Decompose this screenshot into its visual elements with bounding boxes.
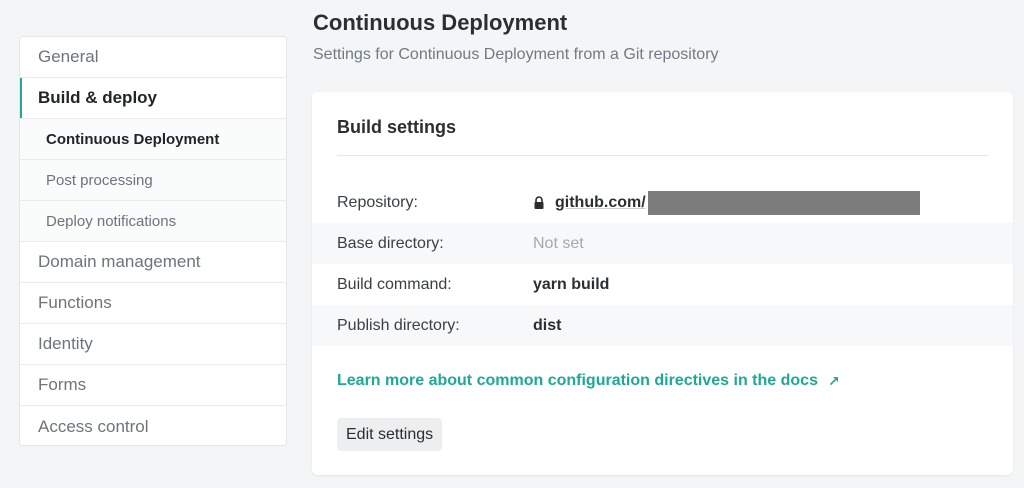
sidebar-item-label: Forms [38, 375, 87, 394]
card-title: Build settings [337, 117, 457, 137]
setting-value: github.com/ [533, 190, 920, 215]
sidebar-item-label: Continuous Deployment [46, 130, 220, 148]
sidebar-item-label: Deploy notifications [46, 212, 177, 230]
page-subtitle: Settings for Continuous Deployment from … [313, 46, 719, 63]
sidebar-item-label: Post processing [46, 171, 153, 189]
sidebar-item-label: General [38, 47, 99, 66]
docs-link-text: Learn more about common configuration di… [337, 372, 818, 389]
build-settings-card: Build settings Repository: github.com/ B… [312, 92, 1013, 475]
setting-value: dist [533, 316, 562, 334]
sidebar-item-functions[interactable]: Functions [20, 283, 286, 324]
sidebar-item-build-deploy[interactable]: Build & deploy [20, 78, 286, 119]
setting-label: Publish directory: [337, 316, 460, 334]
setting-label: Build command: [337, 275, 452, 293]
setting-value: Not set [533, 234, 584, 252]
external-arrow-icon: ↗ [827, 372, 840, 389]
sidebar-item-forms[interactable]: Forms [20, 365, 286, 406]
docs-link[interactable]: Learn more about common configuration di… [337, 372, 840, 390]
sidebar-subitem-post-processing[interactable]: Post processing [20, 160, 286, 201]
sidebar-item-label: Identity [38, 334, 93, 353]
setting-label: Base directory: [337, 234, 444, 252]
setting-row-base-directory: Base directory: Not set [312, 223, 1013, 264]
setting-row-build-command: Build command: yarn build [312, 264, 1013, 305]
setting-row-repository: Repository: github.com/ [312, 182, 1013, 223]
sidebar-item-label: Functions [38, 293, 112, 312]
sidebar-item-domain-management[interactable]: Domain management [20, 242, 286, 283]
settings-list: Repository: github.com/ Base directory: … [312, 182, 1013, 346]
settings-sidebar: General Build & deploy Continuous Deploy… [19, 36, 287, 446]
redacted-block [647, 190, 920, 215]
page-title: Continuous Deployment [313, 10, 568, 35]
setting-row-publish-directory: Publish directory: dist [312, 305, 1013, 346]
setting-value: yarn build [533, 275, 610, 293]
setting-label: Repository: [337, 193, 418, 211]
sidebar-item-identity[interactable]: Identity [20, 324, 286, 365]
sidebar-item-label: Build & deploy [38, 88, 157, 107]
sidebar-item-access-control[interactable]: Access control [20, 406, 286, 445]
lock-icon [534, 195, 544, 209]
sidebar-subitem-deploy-notifications[interactable]: Deploy notifications [20, 201, 286, 242]
sidebar-item-label: Domain management [38, 252, 201, 271]
edit-settings-button[interactable]: Edit settings [337, 418, 443, 451]
sidebar-item-label: Access control [38, 416, 149, 436]
divider [337, 155, 988, 156]
sidebar-subitem-continuous-deployment[interactable]: Continuous Deployment [20, 119, 286, 160]
repository-link[interactable]: github.com/ [555, 194, 646, 212]
sidebar-item-general[interactable]: General [20, 37, 286, 78]
